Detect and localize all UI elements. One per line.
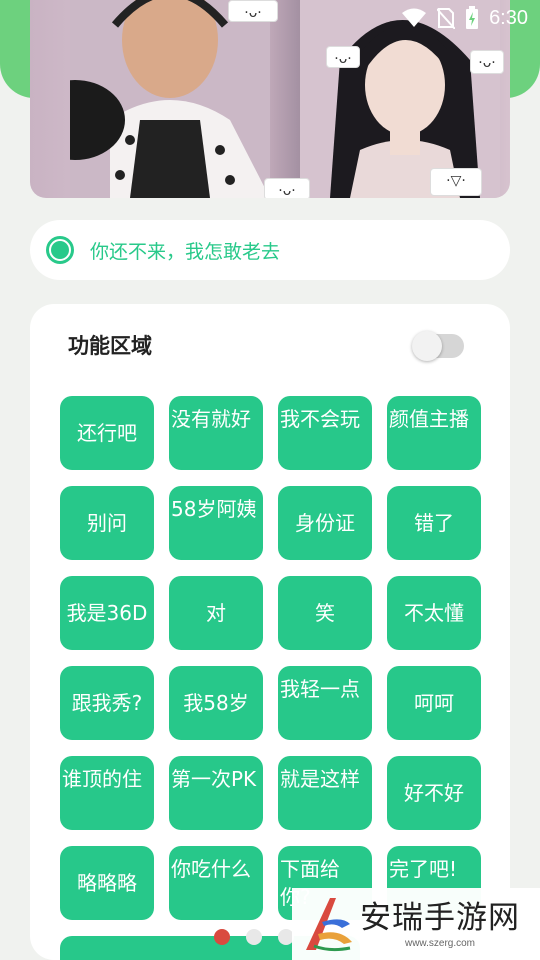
phrase-button[interactable]: 错了 bbox=[387, 486, 481, 560]
panel-title: 功能区域 bbox=[68, 334, 152, 358]
phrase-button[interactable]: 没有就好 bbox=[169, 396, 263, 470]
phrase-button[interactable]: 呵呵 bbox=[387, 666, 481, 740]
phrase-button[interactable]: 颜值主播 bbox=[387, 396, 481, 470]
phrase-button[interactable]: 身份证 bbox=[278, 486, 372, 560]
streamer-left-image bbox=[70, 0, 270, 198]
phrase-button[interactable]: 我是36D bbox=[60, 576, 154, 650]
toggle-knob bbox=[412, 331, 442, 361]
watermark-logo-icon bbox=[306, 898, 352, 952]
phrase-button[interactable]: 跟我秀? bbox=[60, 666, 154, 740]
status-time: 6:30 bbox=[489, 6, 528, 29]
page-dot[interactable] bbox=[214, 929, 230, 945]
sticker: ·ᴗ· bbox=[264, 178, 310, 198]
page-dot[interactable] bbox=[246, 929, 262, 945]
wifi-icon bbox=[402, 8, 427, 27]
status-bar: 6:30 bbox=[340, 0, 540, 36]
phrase-button[interactable]: 好不好 bbox=[387, 756, 481, 830]
function-panel: 功能区域 还行吧 没有就好 我不会玩 颜值主播 别问 58岁阿姨 身份证 错了 … bbox=[30, 304, 510, 960]
message-bar[interactable]: 你还不来，我怎敢老去 bbox=[30, 220, 510, 280]
phrase-button[interactable]: 还行吧 bbox=[60, 396, 154, 470]
sticker: ·▽· bbox=[430, 168, 482, 196]
phrase-button[interactable]: 58岁阿姨 bbox=[169, 486, 263, 560]
phrase-button[interactable]: 对 bbox=[169, 576, 263, 650]
no-sim-icon bbox=[437, 8, 456, 29]
sticker: ·ᴗ· bbox=[326, 46, 360, 68]
battery-charging-icon bbox=[466, 6, 479, 29]
phrase-button[interactable]: 别问 bbox=[60, 486, 154, 560]
sticker: ·ᴗ· bbox=[228, 0, 278, 22]
phrase-button[interactable]: 就是这样 bbox=[278, 756, 372, 830]
phrase-button[interactable]: 我58岁 bbox=[169, 666, 263, 740]
watermark-url: www.szerg.com bbox=[404, 937, 475, 949]
message-text: 你还不来，我怎敢老去 bbox=[90, 240, 281, 263]
phrase-button[interactable]: 我不会玩 bbox=[278, 396, 372, 470]
watermark-title: 安瑞手游网 bbox=[360, 899, 520, 936]
phrase-button-grid: 还行吧 没有就好 我不会玩 颜值主播 别问 58岁阿姨 身份证 错了 我是36D… bbox=[60, 396, 481, 920]
phrase-button[interactable]: 我轻一点 bbox=[278, 666, 372, 740]
function-toggle[interactable] bbox=[412, 331, 464, 361]
phrase-button[interactable]: 不太懂 bbox=[387, 576, 481, 650]
phrase-button[interactable]: 笑 bbox=[278, 576, 372, 650]
phrase-button[interactable]: 略略略 bbox=[60, 846, 154, 920]
phrase-button[interactable]: 第一次PK bbox=[169, 756, 263, 830]
watermark: 安瑞手游网 www.szerg.com bbox=[292, 888, 540, 960]
sticker: ·ᴗ· bbox=[470, 50, 504, 74]
phrase-button[interactable]: 谁顶的住 bbox=[60, 756, 154, 830]
phrase-button[interactable]: 你吃什么 bbox=[169, 846, 263, 920]
pagination-dots bbox=[214, 929, 294, 945]
radio-indicator-icon bbox=[46, 236, 74, 264]
